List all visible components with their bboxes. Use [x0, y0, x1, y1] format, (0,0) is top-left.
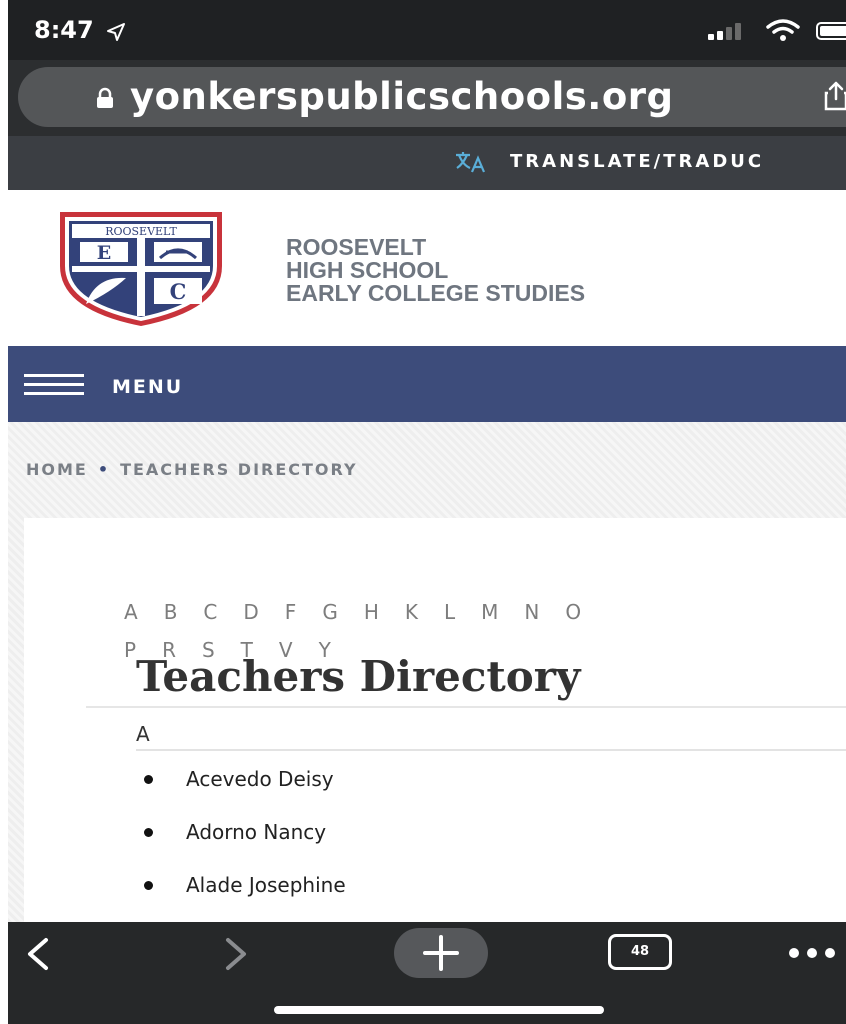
translate-label: TRANSLATE/TRADUC	[510, 151, 765, 172]
teacher-list: Acevedo Deisy Adorno Nancy Alade Josephi…	[140, 766, 346, 925]
list-item[interactable]: Adorno Nancy	[140, 819, 346, 872]
menu-label[interactable]: MENU	[112, 376, 183, 398]
list-item[interactable]: Acevedo Deisy	[140, 766, 346, 819]
school-name[interactable]: ROOSEVELT HIGH SCHOOL EARLY COLLEGE STUD…	[286, 236, 585, 305]
letter-link[interactable]: P	[124, 628, 136, 672]
battery-icon	[816, 22, 846, 40]
browser-toolbar: 48	[8, 922, 846, 1024]
hamburger-menu-icon[interactable]	[24, 372, 84, 396]
teacher-name[interactable]: Acevedo Deisy	[186, 767, 334, 791]
wifi-icon	[766, 19, 800, 41]
letter-link[interactable]: O	[565, 590, 581, 634]
school-header: ROOSEVELT E C ROOSEVELT HIGH SCHOOL EARL…	[8, 190, 846, 346]
svg-text:E: E	[97, 242, 111, 264]
list-item[interactable]: Alade Josephine	[140, 872, 346, 925]
home-indicator[interactable]	[274, 1006, 604, 1014]
section-divider	[136, 749, 846, 751]
translate-bar[interactable]: TRANSLATE/TRADUC	[8, 136, 846, 190]
more-options-icon[interactable]	[786, 946, 846, 960]
share-icon[interactable]	[824, 81, 846, 111]
status-bar: 8:47	[8, 0, 846, 60]
crest-text: ROOSEVELT	[105, 225, 177, 238]
translate-icon	[456, 152, 486, 173]
svg-text:C: C	[170, 279, 187, 304]
menu-bar[interactable]: MENU	[8, 346, 846, 422]
letter-link[interactable]: H	[364, 590, 379, 634]
url-text: yonkerspublicschools.org	[130, 75, 674, 118]
address-bar[interactable]: yonkerspublicschools.org	[18, 67, 846, 127]
lock-icon	[97, 87, 113, 108]
bullet-icon	[144, 775, 153, 784]
bullet-icon	[144, 828, 153, 837]
section-heading-letter: A	[136, 722, 150, 746]
breadcrumb-current: TEACHERS DIRECTORY	[120, 460, 358, 479]
bullet-icon	[144, 881, 153, 890]
alphabet-filter: ABCDFGHKLMNO PRSTVY	[124, 590, 844, 662]
school-name-line-2: HIGH SCHOOL	[286, 257, 449, 283]
teacher-name[interactable]: Adorno Nancy	[186, 820, 326, 844]
letter-link[interactable]: L	[444, 590, 455, 634]
browser-address-area: yonkerspublicschools.org	[8, 60, 846, 136]
forward-arrow-icon[interactable]	[222, 934, 252, 974]
school-name-line-3: EARLY COLLEGE STUDIES	[286, 280, 586, 306]
breadcrumb-separator: •	[97, 460, 111, 479]
title-divider	[86, 706, 846, 708]
back-arrow-icon[interactable]	[22, 934, 52, 974]
letter-link[interactable]: K	[405, 590, 418, 634]
status-time: 8:47	[34, 16, 94, 44]
letter-link[interactable]: M	[481, 590, 498, 634]
location-arrow-icon	[107, 23, 125, 41]
tab-count-button[interactable]: 48	[608, 934, 672, 970]
teacher-name[interactable]: Alade Josephine	[186, 873, 346, 897]
new-tab-button[interactable]	[394, 928, 488, 978]
letter-link[interactable]: N	[524, 590, 539, 634]
school-crest-logo[interactable]: ROOSEVELT E C	[56, 206, 226, 328]
school-name-line-1: ROOSEVELT	[286, 234, 427, 260]
breadcrumb-home-link[interactable]: HOME	[26, 460, 88, 479]
page-title: Teachers Directory	[136, 652, 581, 701]
cellular-signal-icon	[708, 23, 741, 40]
breadcrumb: HOME • TEACHERS DIRECTORY	[26, 460, 358, 479]
plus-icon	[423, 935, 459, 971]
